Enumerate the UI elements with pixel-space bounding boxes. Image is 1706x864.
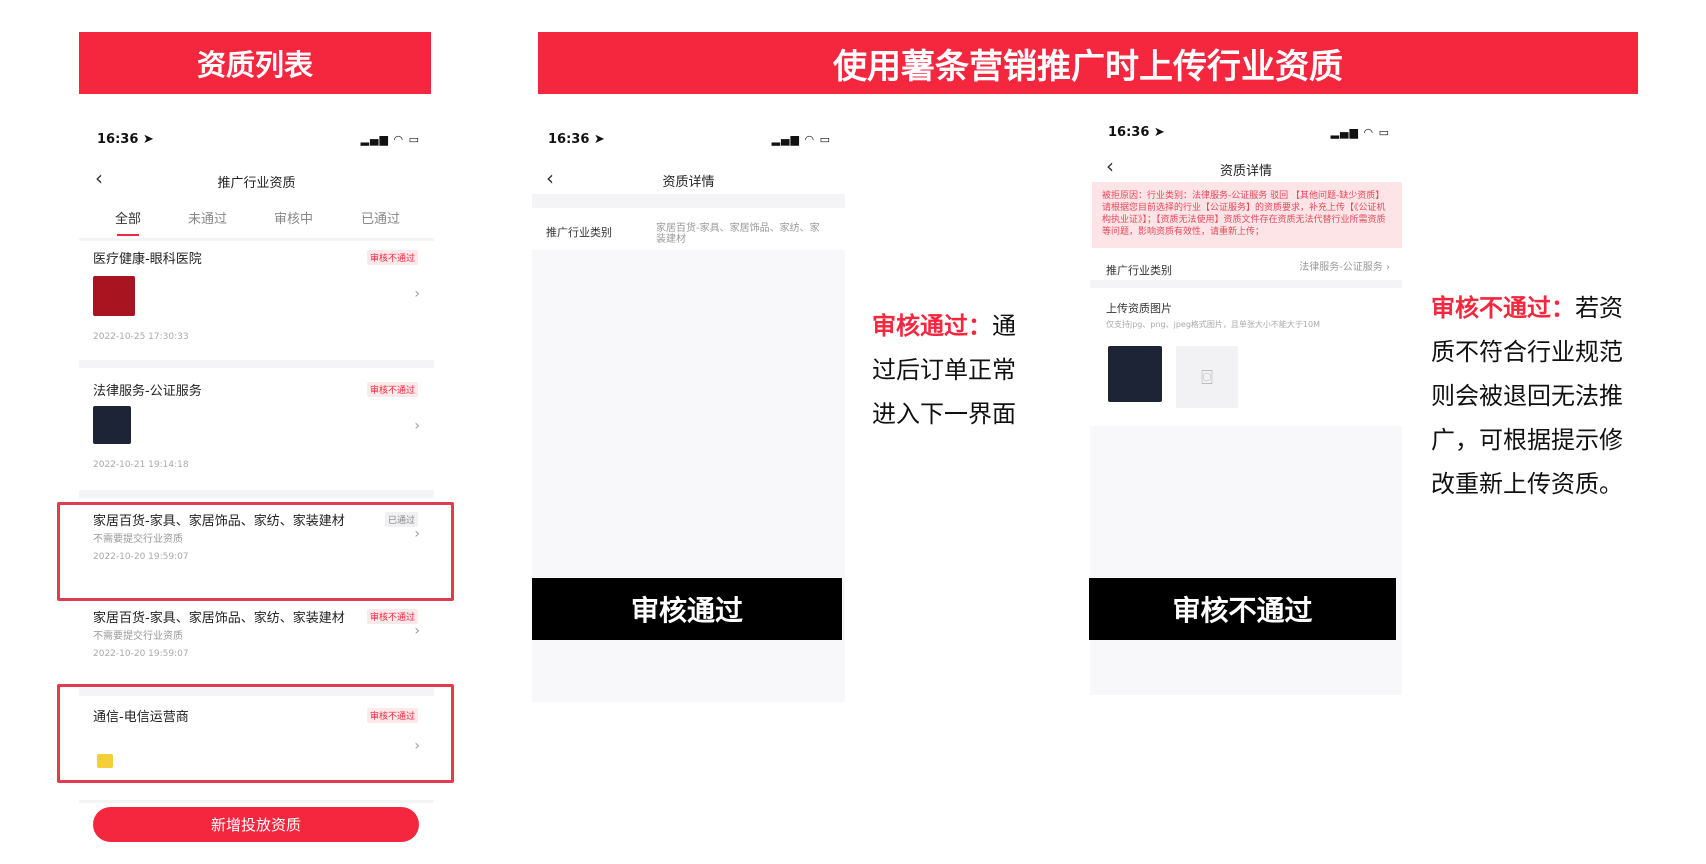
location-arrow-icon: ➤ — [593, 132, 605, 147]
overlay-label-rejected: 审核不通过 — [1089, 578, 1396, 640]
qualification-thumbnail — [93, 276, 135, 316]
item-date: 2022-10-20 19:59:07 — [93, 649, 189, 659]
nav-title: 资质详情 — [662, 175, 715, 190]
reject-reason-notice: 被拒原因：行业类别：法律服务-公证服务 驳回 【其他问题-缺少资质】请根据您目前… — [1092, 182, 1402, 248]
tab-passed[interactable]: 已通过 — [361, 208, 400, 227]
banner-qualification-list: 资质列表 — [79, 32, 431, 94]
tab-all[interactable]: 全部 — [115, 208, 141, 227]
wifi-icon: ◠ — [804, 133, 816, 146]
field-value-industry: 家居百货-家具、家居饰品、家纺、家 装建材 — [656, 223, 820, 245]
uploaded-image-thumbnail[interactable] — [1108, 346, 1162, 402]
status-time: 16:36 ➤ — [548, 132, 605, 147]
status-icons: ▂▄▆ ◠ ▭ — [361, 133, 420, 146]
caption-fail: 审核不通过：若资 质不符合行业规范 则会被退回无法推 广，可根据提示修 改重新上… — [1431, 294, 1623, 498]
battery-icon: ▭ — [408, 133, 420, 146]
chevron-right-icon: › — [414, 418, 420, 434]
location-arrow-icon: ➤ — [142, 132, 154, 147]
item-title: 家居百货-家具、家居饰品、家纺、家装建材 — [93, 611, 345, 626]
status-time: 16:36 ➤ — [1108, 125, 1165, 140]
highlight-box-passed-item — [57, 502, 454, 601]
overlay-label-passed: 审核通过 — [532, 578, 842, 640]
tab-not-passed[interactable]: 未通过 — [188, 208, 227, 227]
nav-title: 资质详情 — [1219, 164, 1272, 179]
divider — [532, 194, 845, 208]
qualification-thumbnail — [93, 406, 131, 444]
highlight-box-telecom-item — [57, 684, 454, 783]
divider — [79, 360, 434, 368]
location-arrow-icon: ➤ — [1153, 125, 1165, 140]
list-item[interactable]: 法律服务-公证服务 审核不通过 › 2022-10-21 19:14:18 — [79, 376, 434, 486]
list-item[interactable]: 家居百货-家具、家居饰品、家纺、家装建材 审核不通过 不需要提交行业资质 › 2… — [79, 603, 434, 689]
tab-reviewing[interactable]: 审核中 — [274, 208, 313, 227]
chevron-right-icon: › — [414, 286, 420, 302]
signal-icon: ▂▄▆ — [360, 133, 389, 146]
signal-icon: ▂▄▆ — [771, 133, 800, 146]
divider — [79, 490, 434, 498]
upload-hint: 仅支持jpg、png、jpeg格式图片，且单张大小不能大于10M — [1106, 320, 1320, 329]
status-badge: 审核不通过 — [366, 609, 418, 624]
signal-icon: ▂▄▆ — [1330, 126, 1359, 139]
field-label-industry: 推广行业类别 — [546, 226, 612, 239]
tab-active-underline — [117, 234, 139, 236]
item-subtitle: 不需要提交行业资质 — [93, 631, 183, 642]
battery-icon: ▭ — [819, 133, 831, 146]
camera-icon: ⌼ — [1201, 365, 1213, 389]
field-label-industry: 推广行业类别 — [1106, 264, 1172, 277]
nav-title: 推广行业资质 — [217, 176, 296, 191]
item-title: 医疗健康-眼科医院 — [93, 252, 202, 267]
banner-upload-qualification: 使用薯条营销推广时上传行业资质 — [538, 32, 1638, 94]
item-date: 2022-10-25 17:30:33 — [93, 332, 189, 342]
item-date: 2022-10-21 19:14:18 — [93, 460, 189, 470]
add-qualification-button[interactable]: 新增投放资质 — [93, 807, 419, 842]
status-badge: 审核不通过 — [366, 382, 418, 397]
divider — [79, 800, 434, 803]
status-badge: 审核不通过 — [366, 250, 418, 265]
empty-content-area — [1090, 426, 1402, 695]
divider — [79, 238, 434, 241]
list-item[interactable]: 医疗健康-眼科医院 审核不通过 › 2022-10-25 17:30:33 — [79, 244, 434, 360]
status-icons: ▂▄▆ ◠ ▭ — [1331, 126, 1390, 139]
wifi-icon: ◠ — [393, 133, 405, 146]
chevron-right-icon: › — [1386, 262, 1390, 273]
upload-camera-button[interactable]: ⌼ — [1176, 346, 1238, 408]
upload-label: 上传资质图片 — [1106, 302, 1172, 315]
status-icons: ▂▄▆ ◠ ▭ — [772, 133, 831, 146]
caption-pass: 审核通过：通 过后订单正常 进入下一界面 — [872, 312, 1016, 428]
battery-icon: ▭ — [1378, 126, 1390, 139]
item-title: 法律服务-公证服务 — [93, 384, 202, 399]
status-time: 16:36 ➤ — [97, 132, 154, 147]
wifi-icon: ◠ — [1363, 126, 1375, 139]
field-value-industry[interactable]: 法律服务-公证服务 › — [1299, 262, 1390, 273]
divider — [1090, 280, 1402, 288]
chevron-right-icon: › — [414, 623, 420, 639]
